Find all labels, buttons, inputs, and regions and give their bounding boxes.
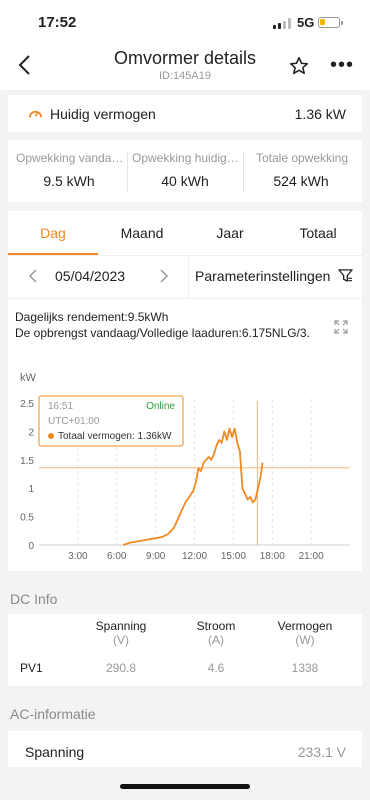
yield-stats: Opwekking vandaag 9.5 kWh Opwekking huid…	[8, 140, 362, 202]
previous-date-icon[interactable]	[28, 268, 38, 284]
period-tabs: Dag Maand Jaar Totaal	[8, 211, 362, 256]
status-bar: 17:52 5G	[0, 0, 370, 44]
y-tick-label: 2.5	[20, 399, 34, 410]
star-icon[interactable]	[288, 55, 310, 77]
signal-icon	[273, 18, 291, 29]
filter-icon[interactable]	[338, 268, 353, 283]
tab-day[interactable]: Dag	[9, 225, 97, 241]
table-row-label: PV1	[20, 661, 43, 675]
power-chart[interactable]: kW 0 0.5 1 1.5 2 2.5 3:00 6:00 9:00 12:00 15:00 18:0…	[8, 359, 362, 569]
parameter-settings-button[interactable]: Parameterinstellingen	[195, 268, 330, 284]
y-tick-label: 0	[28, 541, 34, 552]
ac-info-row: Spanning 233.1 V	[8, 731, 362, 767]
ac-voltage-label: Spanning	[25, 744, 85, 760]
battery-icon	[318, 17, 343, 28]
fullscreen-icon[interactable]	[334, 320, 348, 334]
table-cell: 4.6	[207, 661, 225, 675]
current-power-row: Huidig vermogen 1.36 kW	[8, 95, 362, 132]
next-date-icon[interactable]	[159, 268, 169, 284]
stat-label: Totale opwekking	[255, 151, 349, 165]
tooltip-series-dot	[48, 433, 54, 439]
network-type: 5G	[297, 15, 315, 30]
ac-voltage-value: 233.1 V	[297, 744, 346, 760]
tooltip-time: 16:51	[48, 401, 73, 412]
column-header: Spanning (V)	[95, 619, 147, 647]
nav-bar: Omvormer details ID:145A19 •••	[0, 44, 370, 90]
stat-value: 9.5 kWh	[43, 173, 95, 189]
y-tick-label: 1.5	[20, 456, 34, 467]
x-tick-label: 6:00	[107, 551, 127, 562]
table-cell: 1338	[291, 661, 319, 675]
home-indicator	[120, 784, 250, 789]
page-title: Omvormer details	[113, 48, 257, 68]
tab-year[interactable]: Jaar	[186, 225, 274, 241]
y-tick-label: 1	[28, 484, 34, 495]
column-header: Stroom (A)	[196, 619, 236, 647]
stat-value: 524 kWh	[273, 173, 329, 189]
chart-card: Dagelijks rendement:9.5kWh De opbrengst …	[8, 299, 362, 571]
ac-info-title: AC-informatie	[10, 706, 96, 722]
daily-yield-text: Dagelijks rendement:9.5kWh	[15, 310, 169, 324]
divider	[188, 256, 189, 298]
column-header: Vermogen (W)	[277, 619, 333, 647]
x-tick-label: 18:00	[260, 551, 285, 562]
gauge-icon	[28, 110, 43, 118]
x-tick-label: 3:00	[68, 551, 88, 562]
selected-date[interactable]: 05/04/2023	[55, 268, 125, 284]
today-yield-text: De opbrengst vandaag/Volledige laaduren:…	[15, 326, 310, 340]
y-tick-label: 0.5	[20, 513, 34, 524]
tooltip-timezone: UTC+01:00	[48, 416, 100, 427]
tab-month[interactable]: Maand	[98, 225, 186, 241]
table-cell: 290.8	[105, 661, 137, 675]
x-tick-label: 12:00	[182, 551, 207, 562]
x-tick-label: 21:00	[299, 551, 324, 562]
date-bar: 05/04/2023 Parameterinstellingen	[8, 256, 362, 299]
tooltip-series-value: Totaal vermogen: 1.36kW	[58, 431, 172, 442]
stat-label: Opwekking huidige maand	[132, 151, 240, 165]
clock: 17:52	[38, 14, 77, 31]
active-tab-indicator	[8, 253, 98, 255]
more-options-icon[interactable]: •••	[330, 54, 354, 77]
x-tick-label: 9:00	[146, 551, 166, 562]
current-power-value: 1.36 kW	[294, 106, 346, 122]
stat-label: Opwekking vandaag	[16, 151, 124, 165]
current-power-label: Huidig vermogen	[50, 106, 156, 122]
stat-value: 40 kWh	[161, 173, 209, 189]
dc-info-table: Spanning (V) Stroom (A) Vermogen (W) PV1 29…	[8, 614, 362, 686]
device-id: ID:145A19	[159, 70, 211, 82]
y-axis-label: kW	[20, 372, 37, 384]
tab-total[interactable]: Totaal	[274, 225, 362, 241]
x-tick-label: 15:00	[221, 551, 246, 562]
tooltip-status: Online	[146, 401, 175, 412]
dc-info-title: DC Info	[10, 591, 58, 607]
y-tick-label: 2	[28, 427, 34, 438]
